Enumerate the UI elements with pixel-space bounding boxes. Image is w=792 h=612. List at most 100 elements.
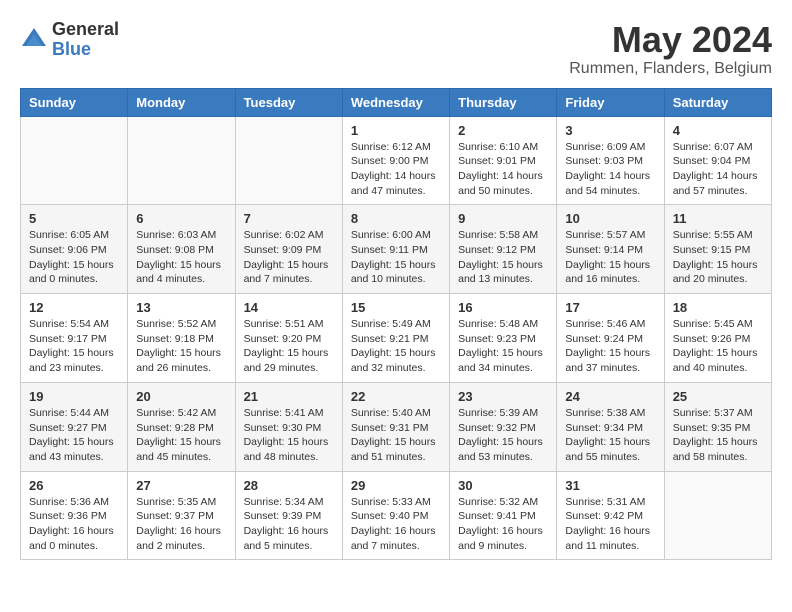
- day-cell: 17 Sunrise: 5:46 AMSunset: 9:24 PMDayligh…: [557, 294, 664, 383]
- day-cell: [21, 116, 128, 205]
- day-cell: 19Sunrise: 5:44 AMSunset: 9:27 PMDayligh…: [21, 382, 128, 471]
- week-row-2: 5Sunrise: 6:05 AMSunset: 9:06 PMDaylight…: [21, 205, 772, 294]
- day-info: Sunrise: 5:40 AMSunset: 9:31 PMDaylight:…: [351, 406, 441, 465]
- day-info: Sunrise: 6:09 AMSunset: 9:03 PMDaylight:…: [565, 140, 655, 199]
- day-cell: 31 Sunrise: 5:31 AMSunset: 9:42 PMDayligh…: [557, 471, 664, 560]
- day-cell: 9 Sunrise: 5:58 AMSunset: 9:12 PMDaylight…: [450, 205, 557, 294]
- week-row-1: 1 Sunrise: 6:12 AMSunset: 9:00 PMDaylight…: [21, 116, 772, 205]
- day-info: Sunrise: 5:34 AMSunset: 9:39 PMDaylight:…: [244, 495, 334, 554]
- day-cell: [235, 116, 342, 205]
- day-cell: 21 Sunrise: 5:41 AMSunset: 9:30 PMDayligh…: [235, 382, 342, 471]
- day-cell: 3 Sunrise: 6:09 AMSunset: 9:03 PMDaylight…: [557, 116, 664, 205]
- day-info: Sunrise: 5:52 AMSunset: 9:18 PMDaylight:…: [136, 317, 226, 376]
- day-cell: 11Sunrise: 5:55 AMSunset: 9:15 PMDayligh…: [664, 205, 771, 294]
- day-cell: 12Sunrise: 5:54 AMSunset: 9:17 PMDayligh…: [21, 294, 128, 383]
- day-cell: [128, 116, 235, 205]
- day-number: 14: [244, 300, 334, 315]
- day-number: 20: [136, 389, 226, 404]
- day-info: Sunrise: 5:58 AMSunset: 9:12 PMDaylight:…: [458, 228, 548, 287]
- day-number: 8: [351, 211, 441, 226]
- day-info: Sunrise: 5:55 AMSunset: 9:15 PMDaylight:…: [673, 228, 763, 287]
- day-cell: 18Sunrise: 5:45 AMSunset: 9:26 PMDayligh…: [664, 294, 771, 383]
- day-info: Sunrise: 5:51 AMSunset: 9:20 PMDaylight:…: [244, 317, 334, 376]
- day-info: Sunrise: 5:48 AMSunset: 9:23 PMDaylight:…: [458, 317, 548, 376]
- day-number: 15: [351, 300, 441, 315]
- day-info: Sunrise: 5:31 AMSunset: 9:42 PMDaylight:…: [565, 495, 655, 554]
- header-saturday: Saturday: [664, 88, 771, 116]
- header-tuesday: Tuesday: [235, 88, 342, 116]
- calendar-table: SundayMondayTuesdayWednesdayThursdayFrid…: [20, 88, 772, 561]
- day-number: 16: [458, 300, 548, 315]
- day-cell: 10 Sunrise: 5:57 AMSunset: 9:14 PMDayligh…: [557, 205, 664, 294]
- day-cell: 1 Sunrise: 6:12 AMSunset: 9:00 PMDaylight…: [342, 116, 449, 205]
- logo-icon: [20, 26, 48, 54]
- week-row-3: 12Sunrise: 5:54 AMSunset: 9:17 PMDayligh…: [21, 294, 772, 383]
- day-info: Sunrise: 5:57 AMSunset: 9:14 PMDaylight:…: [565, 228, 655, 287]
- day-cell: 14 Sunrise: 5:51 AMSunset: 9:20 PMDayligh…: [235, 294, 342, 383]
- day-number: 21: [244, 389, 334, 404]
- day-cell: 30 Sunrise: 5:32 AMSunset: 9:41 PMDayligh…: [450, 471, 557, 560]
- day-number: 3: [565, 123, 655, 138]
- logo-blue: Blue: [52, 40, 119, 60]
- day-cell: 13 Sunrise: 5:52 AMSunset: 9:18 PMDayligh…: [128, 294, 235, 383]
- day-cell: 22 Sunrise: 5:40 AMSunset: 9:31 PMDayligh…: [342, 382, 449, 471]
- page-header: General Blue May 2024 Rummen, Flanders, …: [20, 20, 772, 78]
- day-cell: 27 Sunrise: 5:35 AMSunset: 9:37 PMDayligh…: [128, 471, 235, 560]
- day-cell: 2 Sunrise: 6:10 AMSunset: 9:01 PMDaylight…: [450, 116, 557, 205]
- day-info: Sunrise: 6:10 AMSunset: 9:01 PMDaylight:…: [458, 140, 548, 199]
- logo: General Blue: [20, 20, 119, 60]
- day-number: 4: [673, 123, 763, 138]
- week-row-5: 26Sunrise: 5:36 AMSunset: 9:36 PMDayligh…: [21, 471, 772, 560]
- day-number: 6: [136, 211, 226, 226]
- day-cell: 6 Sunrise: 6:03 AMSunset: 9:08 PMDaylight…: [128, 205, 235, 294]
- day-number: 23: [458, 389, 548, 404]
- day-number: 2: [458, 123, 548, 138]
- header-thursday: Thursday: [450, 88, 557, 116]
- day-cell: [664, 471, 771, 560]
- day-number: 25: [673, 389, 763, 404]
- day-cell: 5Sunrise: 6:05 AMSunset: 9:06 PMDaylight…: [21, 205, 128, 294]
- day-info: Sunrise: 5:46 AMSunset: 9:24 PMDaylight:…: [565, 317, 655, 376]
- day-number: 1: [351, 123, 441, 138]
- day-info: Sunrise: 6:07 AMSunset: 9:04 PMDaylight:…: [673, 140, 763, 199]
- day-cell: 8Sunrise: 6:00 AMSunset: 9:11 PMDaylight…: [342, 205, 449, 294]
- day-info: Sunrise: 5:41 AMSunset: 9:30 PMDaylight:…: [244, 406, 334, 465]
- day-info: Sunrise: 5:35 AMSunset: 9:37 PMDaylight:…: [136, 495, 226, 554]
- day-number: 31: [565, 478, 655, 493]
- day-info: Sunrise: 6:05 AMSunset: 9:06 PMDaylight:…: [29, 228, 119, 287]
- day-info: Sunrise: 5:42 AMSunset: 9:28 PMDaylight:…: [136, 406, 226, 465]
- day-number: 22: [351, 389, 441, 404]
- day-info: Sunrise: 6:03 AMSunset: 9:08 PMDaylight:…: [136, 228, 226, 287]
- day-number: 7: [244, 211, 334, 226]
- day-info: Sunrise: 6:02 AMSunset: 9:09 PMDaylight:…: [244, 228, 334, 287]
- day-info: Sunrise: 5:39 AMSunset: 9:32 PMDaylight:…: [458, 406, 548, 465]
- day-cell: 7 Sunrise: 6:02 AMSunset: 9:09 PMDaylight…: [235, 205, 342, 294]
- day-number: 27: [136, 478, 226, 493]
- calendar-location: Rummen, Flanders, Belgium: [569, 60, 772, 78]
- header-monday: Monday: [128, 88, 235, 116]
- day-cell: 23 Sunrise: 5:39 AMSunset: 9:32 PMDayligh…: [450, 382, 557, 471]
- logo-text: General Blue: [52, 20, 119, 60]
- calendar-title: May 2024: [569, 20, 772, 60]
- day-info: Sunrise: 5:38 AMSunset: 9:34 PMDaylight:…: [565, 406, 655, 465]
- day-info: Sunrise: 5:36 AMSunset: 9:36 PMDaylight:…: [29, 495, 119, 554]
- day-cell: 28Sunrise: 5:34 AMSunset: 9:39 PMDayligh…: [235, 471, 342, 560]
- day-info: Sunrise: 5:37 AMSunset: 9:35 PMDaylight:…: [673, 406, 763, 465]
- week-row-4: 19Sunrise: 5:44 AMSunset: 9:27 PMDayligh…: [21, 382, 772, 471]
- day-cell: 29Sunrise: 5:33 AMSunset: 9:40 PMDayligh…: [342, 471, 449, 560]
- day-number: 9: [458, 211, 548, 226]
- title-block: May 2024 Rummen, Flanders, Belgium: [569, 20, 772, 78]
- day-number: 10: [565, 211, 655, 226]
- day-cell: 25 Sunrise: 5:37 AMSunset: 9:35 PMDayligh…: [664, 382, 771, 471]
- day-info: Sunrise: 5:33 AMSunset: 9:40 PMDaylight:…: [351, 495, 441, 554]
- day-info: Sunrise: 5:49 AMSunset: 9:21 PMDaylight:…: [351, 317, 441, 376]
- day-number: 17: [565, 300, 655, 315]
- header-row: SundayMondayTuesdayWednesdayThursdayFrid…: [21, 88, 772, 116]
- day-number: 30: [458, 478, 548, 493]
- day-info: Sunrise: 5:44 AMSunset: 9:27 PMDaylight:…: [29, 406, 119, 465]
- day-number: 13: [136, 300, 226, 315]
- day-info: Sunrise: 5:32 AMSunset: 9:41 PMDaylight:…: [458, 495, 548, 554]
- logo-general: General: [52, 20, 119, 40]
- day-cell: 15 Sunrise: 5:49 AMSunset: 9:21 PMDayligh…: [342, 294, 449, 383]
- day-info: Sunrise: 6:12 AMSunset: 9:00 PMDaylight:…: [351, 140, 441, 199]
